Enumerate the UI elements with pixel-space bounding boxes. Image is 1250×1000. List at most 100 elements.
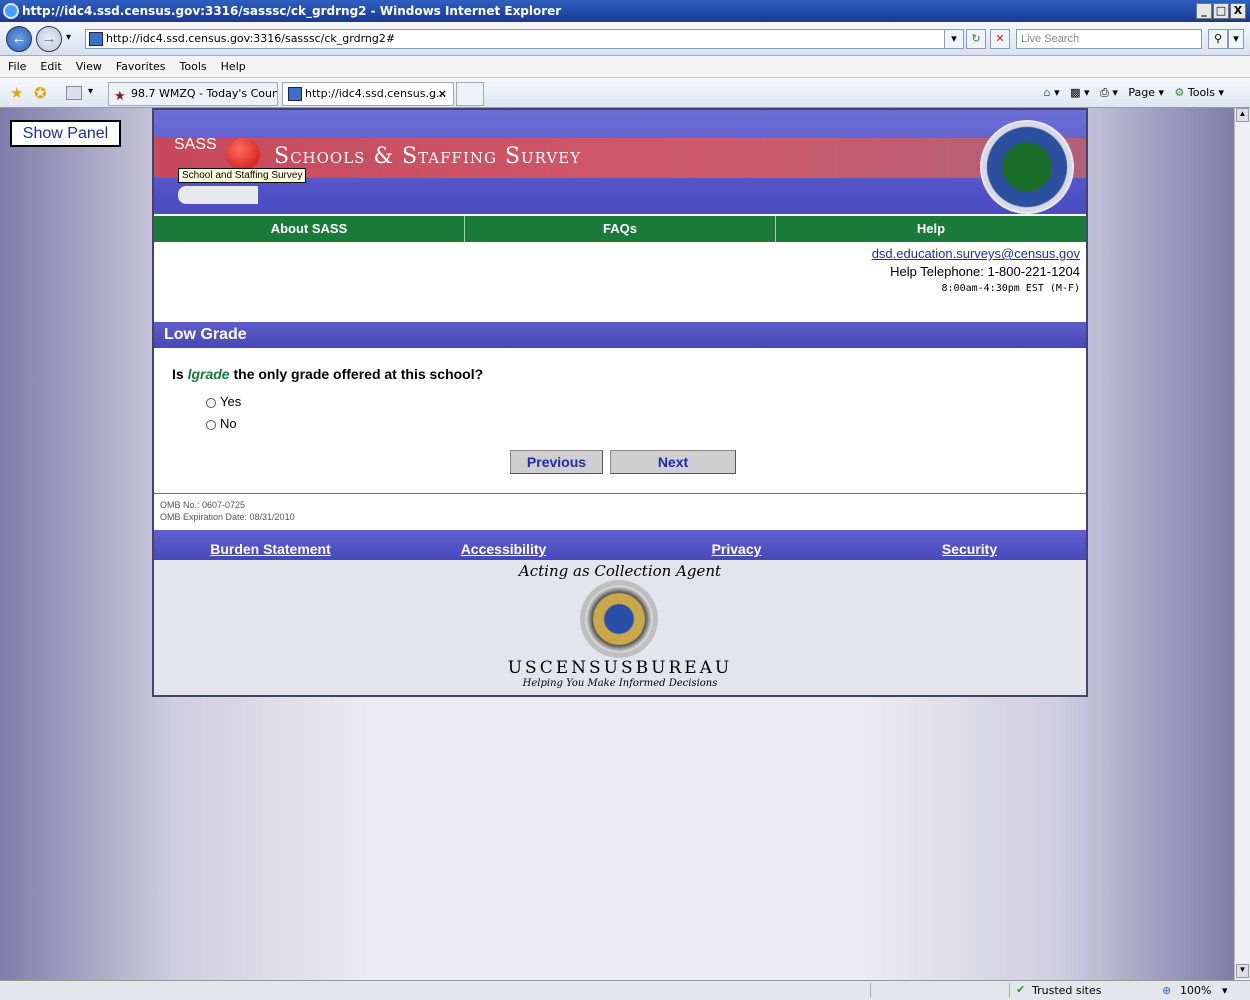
command-bar: ⌂ ▾ ▩ ▾ ⎙ ▾ Page ▾ ⚙ Tools ▾	[1043, 86, 1224, 99]
refresh-icon[interactable]: ↻	[966, 29, 986, 49]
census-bureau-logo-text: USCENSUSBUREAU	[507, 658, 733, 678]
internet-explorer-icon	[3, 3, 19, 19]
yes-radio[interactable]	[206, 397, 216, 408]
privacy-link[interactable]: Privacy	[620, 538, 853, 560]
email-link[interactable]: dsd.education.surveys@census.gov	[872, 246, 1080, 261]
footer-links: Burden Statement Accessibility Privacy S…	[154, 530, 1086, 560]
nav-faqs[interactable]: FAQs	[465, 216, 776, 242]
menu-tools[interactable]: Tools	[180, 60, 207, 73]
omb-number: OMB No.: 0607-0725	[160, 500, 246, 510]
help-hours: 8:00am-4:30pm EST (M-F)	[941, 283, 1080, 294]
page-menu[interactable]: Page ▾	[1128, 86, 1164, 99]
section-title: Low Grade	[154, 322, 1086, 348]
add-favorites-icon[interactable]: ✪	[34, 84, 47, 102]
window-title-bar: http://idc4.ssd.census.gov:3316/sasssc/c…	[0, 0, 1250, 22]
tab-label: http://idc4.ssd.census.g...	[305, 87, 447, 100]
yes-label: Yes	[220, 394, 242, 409]
burden-statement-link[interactable]: Burden Statement	[154, 538, 387, 560]
status-bar: ✔ Trusted sites ⊕ 100% ▾	[0, 980, 1250, 1000]
collection-agent-section: Acting as Collection Agent USCENSUSBUREA…	[154, 560, 1086, 695]
acting-text: Acting as Collection Agent	[518, 562, 722, 580]
question-text: Is lgrade the only grade offered at this…	[172, 366, 483, 382]
search-icon[interactable]: ⚲	[1208, 29, 1228, 49]
tab-wmzq[interactable]: ★ 98.7 WMZQ - Today's Count...	[108, 82, 278, 106]
tools-menu[interactable]: Tools ▾	[1188, 86, 1224, 99]
menu-help[interactable]: Help	[221, 60, 246, 73]
address-dropdown-button[interactable]: ▾	[944, 29, 964, 49]
books-graphic	[178, 186, 258, 204]
search-options-button[interactable]: ▾	[1228, 29, 1244, 49]
status-panes	[870, 983, 1010, 998]
security-link[interactable]: Security	[853, 538, 1086, 560]
menu-edit[interactable]: Edit	[40, 60, 61, 73]
menu-favorites[interactable]: Favorites	[116, 60, 166, 73]
nav-help[interactable]: Help	[776, 216, 1086, 242]
option-no[interactable]: No	[206, 416, 237, 431]
scroll-down-arrow-icon[interactable]: ▼	[1236, 964, 1249, 978]
vertical-scrollbar[interactable]: ▲ ▼	[1234, 108, 1250, 980]
tab-label: 98.7 WMZQ - Today's Count...	[131, 87, 278, 100]
department-of-commerce-seal-icon	[580, 580, 658, 658]
apple-logo-icon	[226, 138, 260, 170]
search-placeholder: Live Search	[1021, 33, 1080, 45]
print-icon[interactable]: ⎙	[1100, 86, 1109, 99]
security-zone[interactable]: Trusted sites	[1032, 984, 1102, 997]
menu-bar: File Edit View Favorites Tools Help	[0, 56, 1250, 78]
question-suffix: the only grade offered at this school?	[229, 366, 484, 382]
home-icon[interactable]: ⌂	[1044, 86, 1051, 99]
sass-banner: SASS Schools & Staffing Survey School an…	[154, 110, 1086, 214]
option-yes[interactable]: Yes	[206, 394, 241, 409]
zoom-dropdown-icon[interactable]: ▾	[1222, 984, 1228, 997]
tab-list-icon[interactable]: ▾	[88, 86, 93, 97]
minimize-button[interactable]: _	[1196, 3, 1212, 19]
forward-button[interactable]: →	[36, 26, 62, 52]
census-tagline: Helping You Make Informed Decisions	[522, 678, 718, 689]
zoom-level[interactable]: 100%	[1180, 984, 1211, 997]
omb-expiration: OMB Expiration Date: 08/31/2010	[160, 512, 295, 522]
window-title: http://idc4.ssd.census.gov:3316/sasssc/c…	[22, 4, 562, 18]
new-tab-button[interactable]	[456, 82, 484, 106]
address-input[interactable]: http://idc4.ssd.census.gov:3316/sasssc/c…	[85, 29, 961, 49]
tab-bar: ★ ✪ ▾ ★ 98.7 WMZQ - Today's Count... htt…	[0, 78, 1250, 108]
nav-about-sass[interactable]: About SASS	[154, 216, 465, 242]
tools-gear-icon[interactable]: ⚙	[1175, 86, 1185, 99]
department-of-education-seal-icon	[980, 120, 1074, 214]
contact-info: dsd.education.surveys@census.gov Help Te…	[872, 246, 1080, 294]
quick-tabs-icon[interactable]	[66, 86, 82, 100]
accessibility-link[interactable]: Accessibility	[387, 538, 620, 560]
question-prefix: Is	[172, 366, 188, 382]
address-text: http://idc4.ssd.census.gov:3316/sasssc/c…	[106, 32, 396, 45]
site-favicon-icon	[288, 87, 302, 101]
menu-view[interactable]: View	[76, 60, 102, 73]
feeds-icon[interactable]: ▩	[1070, 86, 1080, 99]
help-telephone: Help Telephone: 1-800-221-1204	[890, 264, 1080, 279]
no-label: No	[220, 416, 237, 431]
close-window-button[interactable]: X	[1230, 3, 1246, 19]
logo-tooltip: School and Staffing Survey	[178, 168, 307, 183]
maximize-button[interactable]: □	[1213, 3, 1229, 19]
omb-info: OMB No.: 0607-0725 OMB Expiration Date: …	[160, 499, 295, 523]
question-variable: lgrade	[187, 366, 230, 382]
menu-file[interactable]: File	[8, 60, 26, 73]
zoom-icon[interactable]: ⊕	[1162, 984, 1171, 997]
divider	[154, 493, 1086, 494]
back-button[interactable]: ←	[6, 26, 32, 52]
previous-button[interactable]: Previous	[510, 450, 603, 474]
favorites-star-icon[interactable]: ★	[10, 84, 23, 102]
no-radio[interactable]	[206, 419, 216, 430]
show-panel-button[interactable]: Show Panel	[10, 120, 121, 147]
top-navigation: About SASS FAQs Help	[154, 216, 1086, 242]
next-button[interactable]: Next	[610, 450, 736, 474]
stop-icon[interactable]: ✕	[990, 29, 1010, 49]
close-tab-icon[interactable]: ×	[438, 83, 447, 105]
trusted-check-icon: ✔	[1016, 983, 1026, 996]
survey-frame: SASS Schools & Staffing Survey School an…	[152, 108, 1088, 697]
address-toolbar: ← → ▾ http://idc4.ssd.census.gov:3316/sa…	[0, 22, 1250, 56]
site-star-icon: ★	[114, 89, 126, 104]
recent-pages-dropdown-icon[interactable]: ▾	[66, 32, 71, 43]
tab-census[interactable]: http://idc4.ssd.census.g... ×	[282, 82, 454, 106]
scroll-up-arrow-icon[interactable]: ▲	[1236, 108, 1249, 122]
site-favicon-icon	[89, 32, 103, 46]
survey-title: Schools & Staffing Survey	[274, 144, 582, 169]
search-input[interactable]: Live Search	[1016, 29, 1202, 49]
